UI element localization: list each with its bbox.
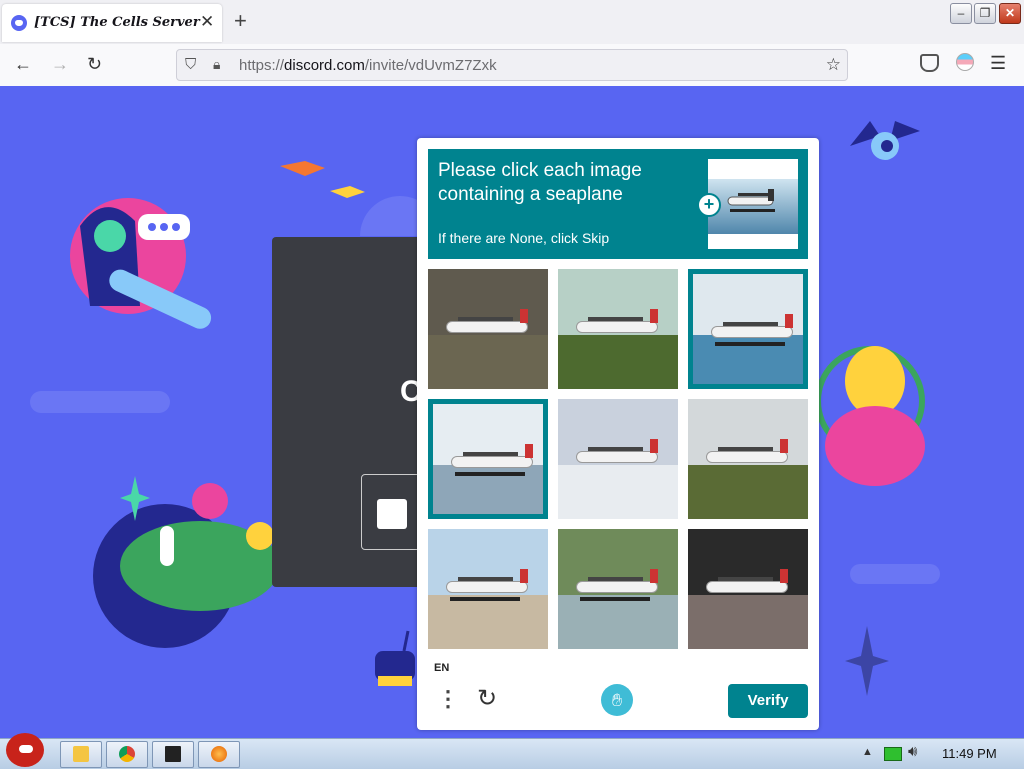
window-maximize-button[interactable]: ❐	[974, 3, 996, 24]
firefox-icon	[211, 746, 227, 762]
extension-icon[interactable]	[956, 53, 974, 71]
discord-invite-page: C Please click each image containing a s…	[0, 86, 1024, 738]
pocket-icon[interactable]	[920, 54, 939, 72]
tab-strip: [TCS] The Cells Server ✕ + – ❐ ✕	[0, 0, 1024, 44]
captcha-tile-4[interactable]	[428, 399, 548, 519]
accessibility-hand-icon[interactable]: ✋︎	[601, 684, 633, 716]
taskbar-file-manager[interactable]	[60, 741, 102, 768]
taskbar-7zip[interactable]	[152, 741, 194, 768]
refresh-challenge-icon[interactable]: ↻	[477, 687, 497, 711]
captcha-prompt-text: Please click each image containing a sea…	[438, 160, 642, 205]
lock-icon[interactable]: 🔒︎	[213, 56, 220, 73]
shield-icon[interactable]: ⛉	[185, 56, 196, 73]
bookmark-star-icon[interactable]: ☆	[826, 55, 841, 75]
flying-book-illustration	[280, 161, 365, 198]
window-minimize-button[interactable]: –	[950, 3, 972, 24]
tab-title: [TCS] The Cells Server	[34, 15, 200, 30]
taskbar-clock[interactable]: 11:49 PM	[942, 746, 997, 761]
captcha-tile-5[interactable]	[558, 399, 678, 519]
captcha-tile-6[interactable]	[688, 399, 808, 519]
verify-button[interactable]: Verify	[728, 684, 808, 718]
hamburger-menu-icon[interactable]: ☰	[990, 53, 1006, 73]
url-path: /invite/vdUvmZ7Zxk	[364, 57, 497, 74]
tab-close-icon[interactable]: ✕	[200, 13, 214, 31]
character-illustration-hooded	[70, 198, 212, 329]
taskbar-chrome[interactable]	[106, 741, 148, 768]
volume-icon[interactable]: 🔊︎	[908, 743, 917, 760]
captcha-tile-8[interactable]	[558, 529, 678, 649]
navigation-toolbar: ← → ↻ ⛉ 🔒︎ https://discord.com/invite/vd…	[0, 44, 1024, 87]
example-image	[708, 159, 798, 249]
address-bar[interactable]: ⛉ 🔒︎ https://discord.com/invite/vdUvmZ7Z…	[176, 49, 848, 81]
captcha-tile-1[interactable]	[428, 269, 548, 389]
url-prefix: https://	[239, 57, 285, 74]
bat-creature-illustration	[850, 121, 920, 160]
discord-invite-card: C	[272, 237, 423, 587]
window-close-button[interactable]: ✕	[999, 3, 1021, 24]
7zip-icon	[165, 746, 181, 762]
taskbar-firefox[interactable]	[198, 741, 240, 768]
discord-favicon-icon	[11, 15, 27, 31]
network-icon[interactable]	[884, 747, 902, 761]
captcha-tile-7[interactable]	[428, 529, 548, 649]
back-arrow-icon[interactable]: ←	[14, 53, 32, 75]
reload-icon[interactable]: ↻	[87, 53, 102, 75]
expand-example-icon[interactable]: +	[697, 193, 721, 217]
os-taskbar: ▲ 🔊︎ 11:49 PM	[0, 733, 1024, 769]
captcha-challenge: Please click each image containing a sea…	[417, 138, 819, 730]
captcha-skip-hint: If there are None, click Skip	[438, 230, 610, 246]
new-tab-button[interactable]: +	[234, 10, 247, 32]
url-domain: discord.com	[284, 57, 365, 74]
cloud-decoration	[30, 391, 170, 413]
start-button[interactable]	[6, 733, 44, 767]
cloud-decoration	[850, 564, 940, 584]
language-selector[interactable]: EN	[434, 662, 449, 674]
captcha-prompt-header: Please click each image containing a sea…	[428, 149, 808, 259]
robot-illustration	[375, 630, 415, 686]
tray-expand-icon[interactable]: ▲	[862, 746, 873, 758]
seaplane-example-graphic	[727, 189, 775, 212]
more-options-icon[interactable]: ⋮	[437, 686, 459, 712]
chrome-icon	[119, 746, 135, 762]
forward-arrow-icon[interactable]: →	[51, 53, 69, 75]
sparkle-star-decoration	[120, 476, 150, 521]
captcha-tile-2[interactable]	[558, 269, 678, 389]
url-text[interactable]: https://discord.com/invite/vdUvmZ7Zxk	[239, 57, 497, 74]
card-icon	[377, 499, 407, 529]
character-illustration-yellow	[815, 346, 925, 486]
captcha-tile-9[interactable]	[688, 529, 808, 649]
captcha-tile-3[interactable]	[688, 269, 808, 389]
sparkle-star-decoration	[845, 626, 889, 696]
folder-icon	[73, 746, 89, 762]
browser-tab[interactable]: [TCS] The Cells Server ✕	[2, 4, 222, 42]
